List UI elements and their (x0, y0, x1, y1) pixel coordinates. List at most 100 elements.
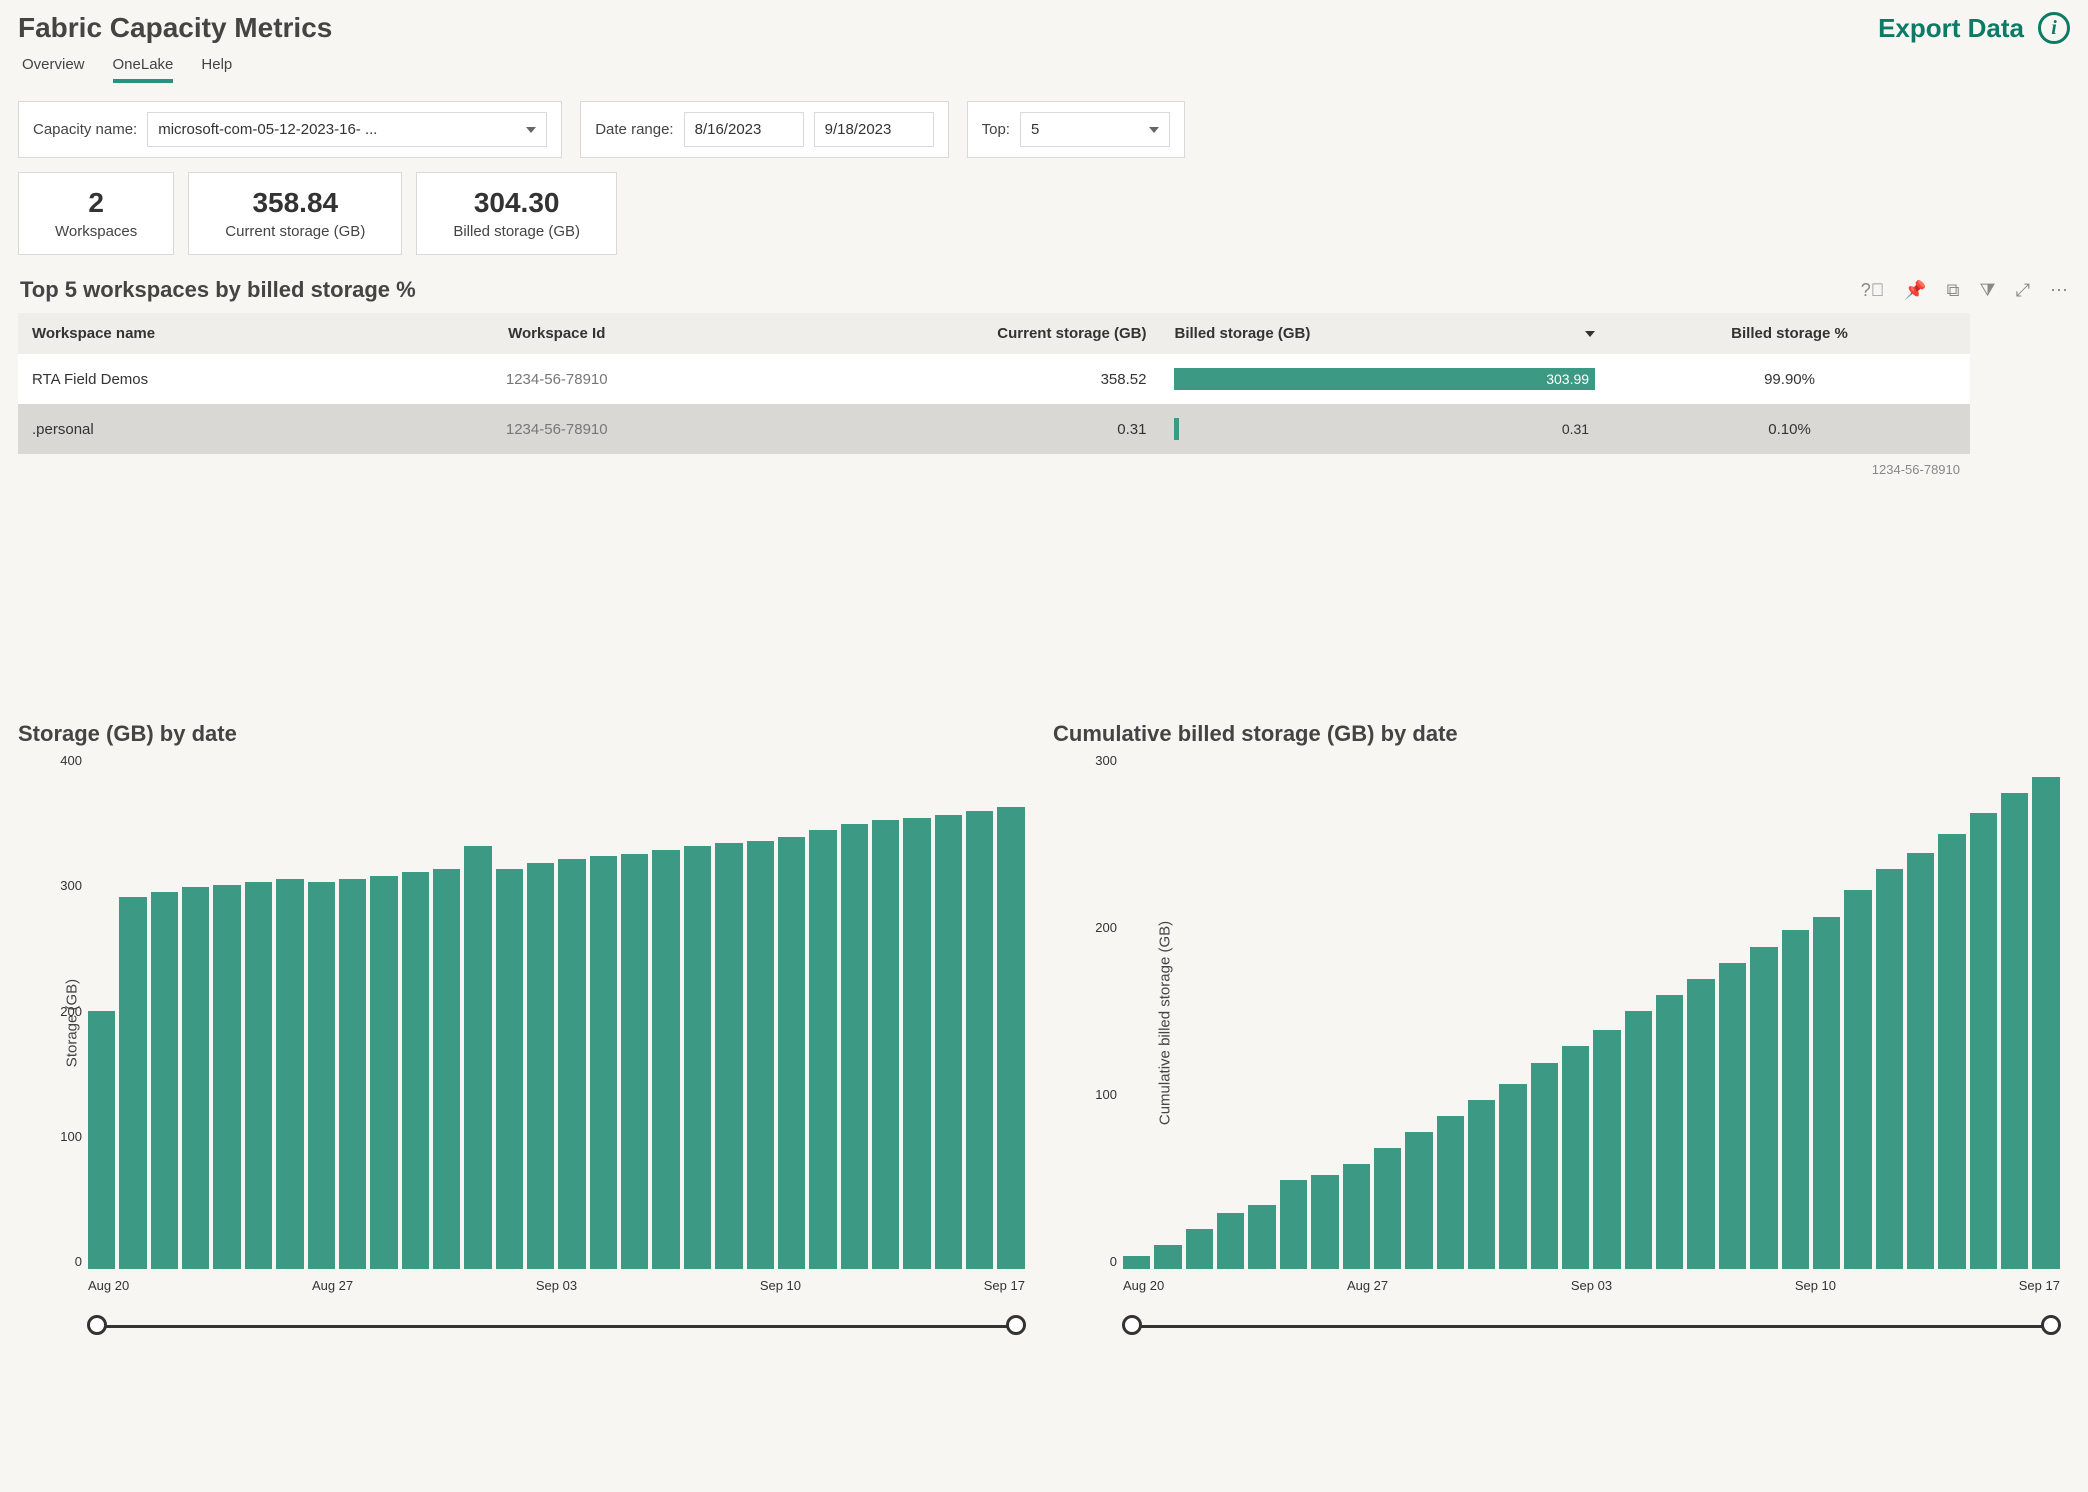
more-icon[interactable]: ⋯ (2050, 280, 2068, 301)
col-workspace-name[interactable]: Workspace name (18, 313, 395, 354)
cell-pct: 99.90% (1609, 354, 1970, 404)
capacity-dropdown[interactable]: microsoft-com-05-12-2023-16- ... (147, 112, 547, 147)
bar[interactable] (841, 824, 868, 1269)
bar[interactable] (997, 807, 1024, 1269)
bar[interactable] (809, 830, 836, 1269)
cell-id: 1234-56-78910 (395, 404, 719, 454)
slider-handle-left[interactable] (87, 1315, 107, 1335)
bar[interactable] (590, 856, 617, 1269)
bar[interactable] (778, 837, 805, 1269)
bar[interactable] (652, 850, 679, 1269)
bar[interactable] (1813, 917, 1840, 1269)
date-to-input[interactable]: 9/18/2023 (814, 112, 934, 147)
bar[interactable] (1499, 1084, 1526, 1269)
bar[interactable] (935, 815, 962, 1269)
bar[interactable] (1844, 890, 1871, 1269)
bar[interactable] (747, 841, 774, 1269)
tab-overview[interactable]: Overview (22, 50, 85, 83)
top-value: 5 (1031, 121, 1039, 138)
export-data-button[interactable]: Export Data i (1878, 12, 2070, 44)
table-row[interactable]: .personal1234-56-789100.310.310.10% (18, 404, 1970, 454)
bar[interactable] (245, 882, 272, 1269)
bar[interactable] (1593, 1030, 1620, 1269)
bar[interactable] (1217, 1213, 1244, 1269)
bar[interactable] (966, 811, 993, 1269)
bar[interactable] (1311, 1175, 1338, 1269)
card-label: Billed storage (GB) (453, 223, 580, 240)
bar[interactable] (1123, 1256, 1150, 1269)
bar[interactable] (715, 843, 742, 1269)
bar[interactable] (496, 869, 523, 1269)
date-range-filter: Date range: 8/16/2023 9/18/2023 (580, 101, 948, 158)
bar[interactable] (1468, 1100, 1495, 1269)
col-current-storage[interactable]: Current storage (GB) (719, 313, 1161, 354)
pin-icon[interactable]: 📌 (1904, 280, 1926, 301)
col-workspace-id[interactable]: Workspace Id (395, 313, 719, 354)
page-title: Fabric Capacity Metrics (18, 12, 332, 44)
bar[interactable] (1687, 979, 1714, 1269)
col-billed-storage[interactable]: Billed storage (GB) (1160, 313, 1609, 354)
bar[interactable] (213, 885, 240, 1269)
bar[interactable] (151, 892, 178, 1269)
bar[interactable] (1562, 1046, 1589, 1269)
card-workspaces: 2 Workspaces (18, 172, 174, 255)
chart-title: Cumulative billed storage (GB) by date (1053, 721, 2070, 747)
bar[interactable] (1782, 930, 1809, 1269)
bar[interactable] (339, 879, 366, 1269)
bar[interactable] (1876, 869, 1903, 1269)
bar[interactable] (621, 854, 648, 1269)
section-title: Top 5 workspaces by billed storage % (20, 277, 416, 303)
bar[interactable] (903, 818, 930, 1270)
bar[interactable] (1343, 1164, 1370, 1269)
bar[interactable] (433, 869, 460, 1269)
top-dropdown[interactable]: 5 (1020, 112, 1170, 147)
bar[interactable] (182, 887, 209, 1269)
tab-help[interactable]: Help (201, 50, 232, 83)
bar[interactable] (88, 1011, 115, 1269)
bar[interactable] (276, 879, 303, 1269)
bar[interactable] (2001, 793, 2028, 1269)
slider-handle-left[interactable] (1122, 1315, 1142, 1335)
bar[interactable] (1656, 995, 1683, 1269)
cell-pct: 0.10% (1609, 404, 1970, 454)
bar[interactable] (1907, 853, 1934, 1269)
bar[interactable] (1437, 1116, 1464, 1269)
bar[interactable] (402, 872, 429, 1269)
bar[interactable] (1154, 1245, 1181, 1269)
copy-icon[interactable]: ⧉ (1947, 280, 1960, 301)
bar[interactable] (1719, 963, 1746, 1269)
date-range-slider[interactable] (88, 1311, 1025, 1339)
help-icon[interactable]: ?⃝ (1861, 280, 1885, 301)
date-from-input[interactable]: 8/16/2023 (684, 112, 804, 147)
slider-handle-right[interactable] (2041, 1315, 2061, 1335)
bar[interactable] (1280, 1180, 1307, 1269)
info-icon[interactable]: i (2038, 12, 2070, 44)
bar[interactable] (1531, 1063, 1558, 1269)
bar[interactable] (308, 882, 335, 1269)
date-range-slider[interactable] (1123, 1311, 2060, 1339)
bar[interactable] (1186, 1229, 1213, 1269)
bar[interactable] (1374, 1148, 1401, 1269)
bar[interactable] (370, 876, 397, 1269)
table-row[interactable]: RTA Field Demos1234-56-78910358.52303.99… (18, 354, 1970, 404)
bar[interactable] (1938, 834, 1965, 1269)
tab-onelake[interactable]: OneLake (113, 50, 174, 83)
bar[interactable] (2032, 777, 2059, 1269)
bar[interactable] (558, 859, 585, 1269)
bar[interactable] (464, 846, 491, 1269)
slider-handle-right[interactable] (1006, 1315, 1026, 1335)
col-billed-pct[interactable]: Billed storage % (1609, 313, 1970, 354)
bar[interactable] (872, 820, 899, 1269)
bar[interactable] (684, 846, 711, 1269)
bar[interactable] (1970, 813, 1997, 1269)
bar[interactable] (1248, 1205, 1275, 1270)
card-current-storage: 358.84 Current storage (GB) (188, 172, 402, 255)
focus-icon[interactable]: ⤢ (2016, 280, 2030, 301)
bar[interactable] (1625, 1011, 1652, 1269)
card-value: 2 (55, 187, 137, 219)
bar[interactable] (527, 863, 554, 1269)
bar[interactable] (1405, 1132, 1432, 1269)
bar[interactable] (1750, 947, 1777, 1270)
filter-icon[interactable]: ⧩ (1980, 280, 1996, 301)
bar[interactable] (119, 897, 146, 1269)
